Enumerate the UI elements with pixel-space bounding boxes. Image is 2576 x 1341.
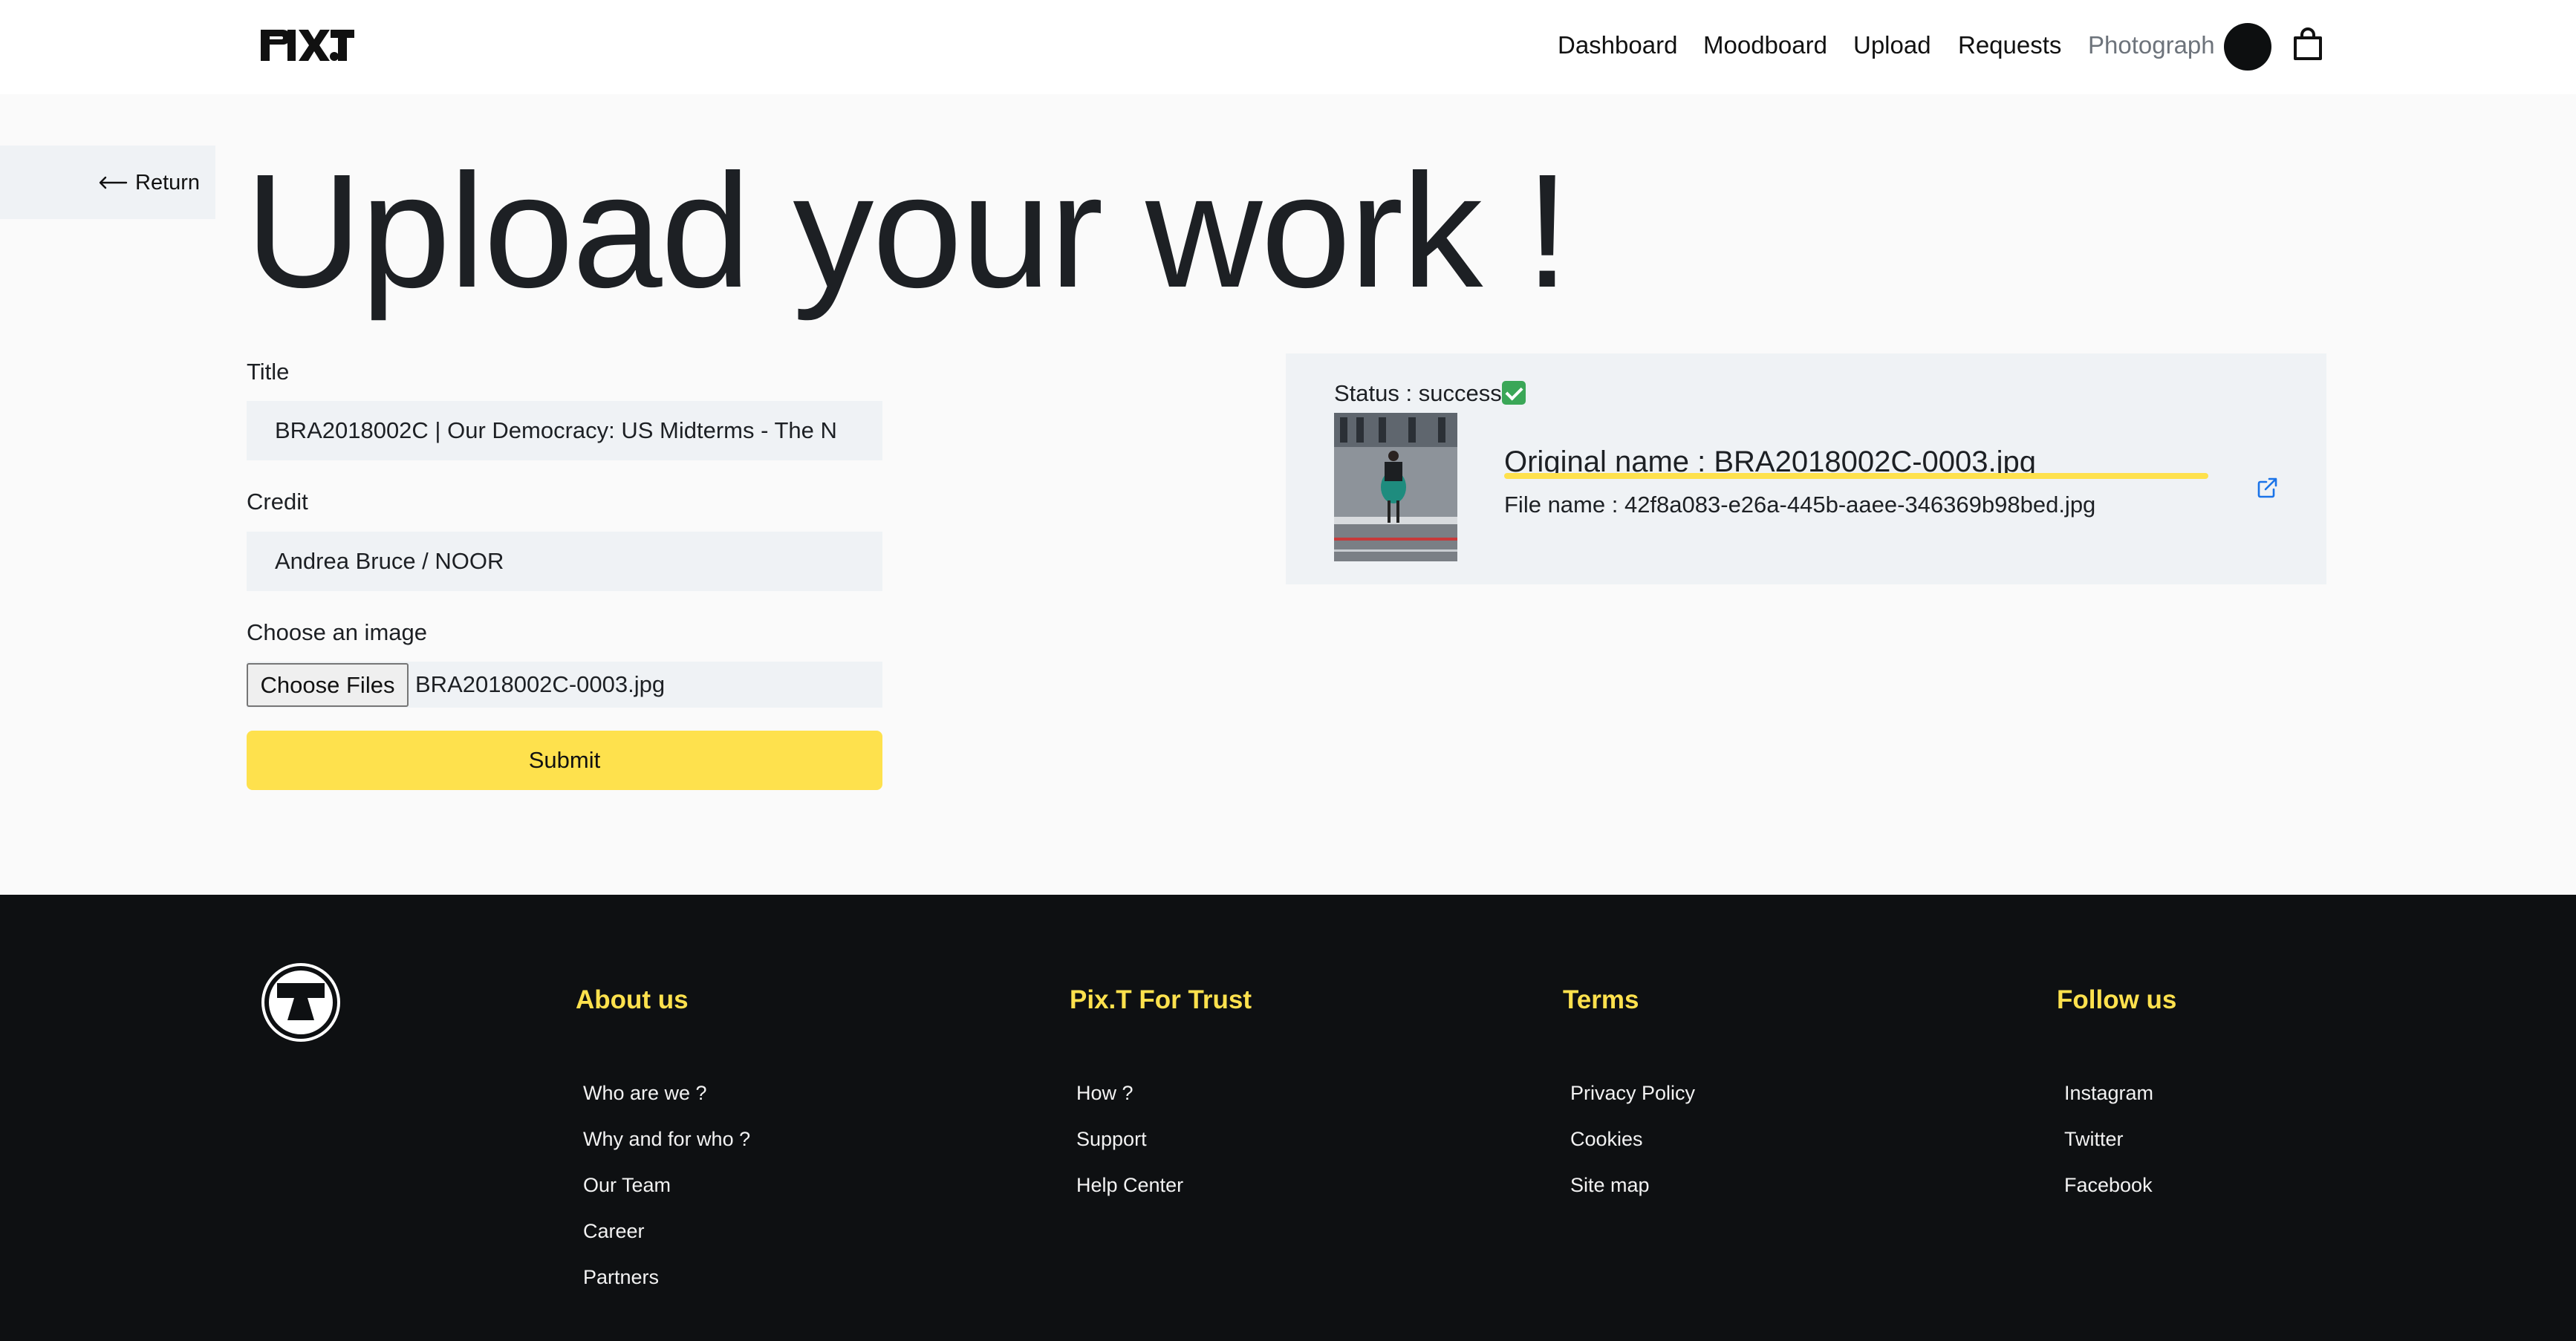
credit-label: Credit: [247, 489, 308, 515]
footer-link-our-team[interactable]: Our Team: [583, 1172, 671, 1198]
footer-link-site-map[interactable]: Site map: [1570, 1172, 1650, 1198]
pixt-t-logo-icon[interactable]: [259, 961, 342, 1044]
choose-files-button[interactable]: Choose Files: [247, 663, 409, 707]
nav-upload[interactable]: Upload: [1853, 29, 1931, 62]
check-mark-button-icon: [1501, 381, 1526, 405]
upload-status: Status : success: [1334, 379, 1526, 408]
pixt-logo[interactable]: [261, 28, 354, 62]
selected-file-name: BRA2018002C-0003.jpg: [415, 671, 666, 697]
site-header: Dashboard Moodboard Upload Requests Phot…: [0, 0, 2576, 94]
external-link-icon[interactable]: [2256, 477, 2278, 499]
nav-moodboard[interactable]: Moodboard: [1703, 29, 1827, 62]
footer-link-partners[interactable]: Partners: [583, 1264, 659, 1291]
footer-link-twitter[interactable]: Twitter: [2064, 1126, 2124, 1152]
title-input[interactable]: [247, 401, 882, 460]
submit-button[interactable]: Submit: [247, 731, 882, 790]
site-footer: [0, 895, 2576, 1341]
footer-link-facebook[interactable]: Facebook: [2064, 1172, 2153, 1198]
footer-terms-title: Terms: [1563, 985, 1639, 1014]
page-title: Upload your work !: [245, 141, 1570, 322]
nav-dashboard[interactable]: Dashboard: [1558, 29, 1677, 62]
footer-about-title: About us: [576, 985, 689, 1014]
return-label[interactable]: Return: [135, 169, 200, 196]
footer-link-help-center[interactable]: Help Center: [1076, 1172, 1183, 1198]
avatar[interactable]: [2224, 23, 2271, 71]
arrow-left-icon: [99, 176, 128, 189]
status-label: Status : success: [1334, 380, 1502, 406]
footer-link-how[interactable]: How ?: [1076, 1080, 1133, 1106]
footer-trust-title: Pix.T For Trust: [1070, 985, 1252, 1014]
shopping-bag-icon[interactable]: [2292, 27, 2323, 62]
footer-link-who-are-we[interactable]: Who are we ?: [583, 1080, 707, 1106]
nav-requests[interactable]: Requests: [1958, 29, 2061, 62]
stored-file-name: File name : 42f8a083-e26a-445b-aaee-3463…: [1504, 492, 2096, 518]
footer-link-instagram[interactable]: Instagram: [2064, 1080, 2153, 1106]
footer-link-privacy-policy[interactable]: Privacy Policy: [1570, 1080, 1695, 1106]
credit-input[interactable]: [247, 532, 882, 591]
footer-link-why-and-for-who[interactable]: Why and for who ?: [583, 1126, 750, 1152]
title-label: Title: [247, 359, 290, 385]
name-highlight: [1504, 473, 2208, 479]
footer-follow-title: Follow us: [2057, 985, 2177, 1014]
nav-photograph[interactable]: Photograph: [2088, 29, 2215, 62]
footer-link-support[interactable]: Support: [1076, 1126, 1147, 1152]
footer-link-career[interactable]: Career: [583, 1218, 645, 1244]
uploaded-image-thumbnail[interactable]: [1334, 413, 1457, 561]
image-label: Choose an image: [247, 619, 427, 645]
footer-link-cookies[interactable]: Cookies: [1570, 1126, 1643, 1152]
